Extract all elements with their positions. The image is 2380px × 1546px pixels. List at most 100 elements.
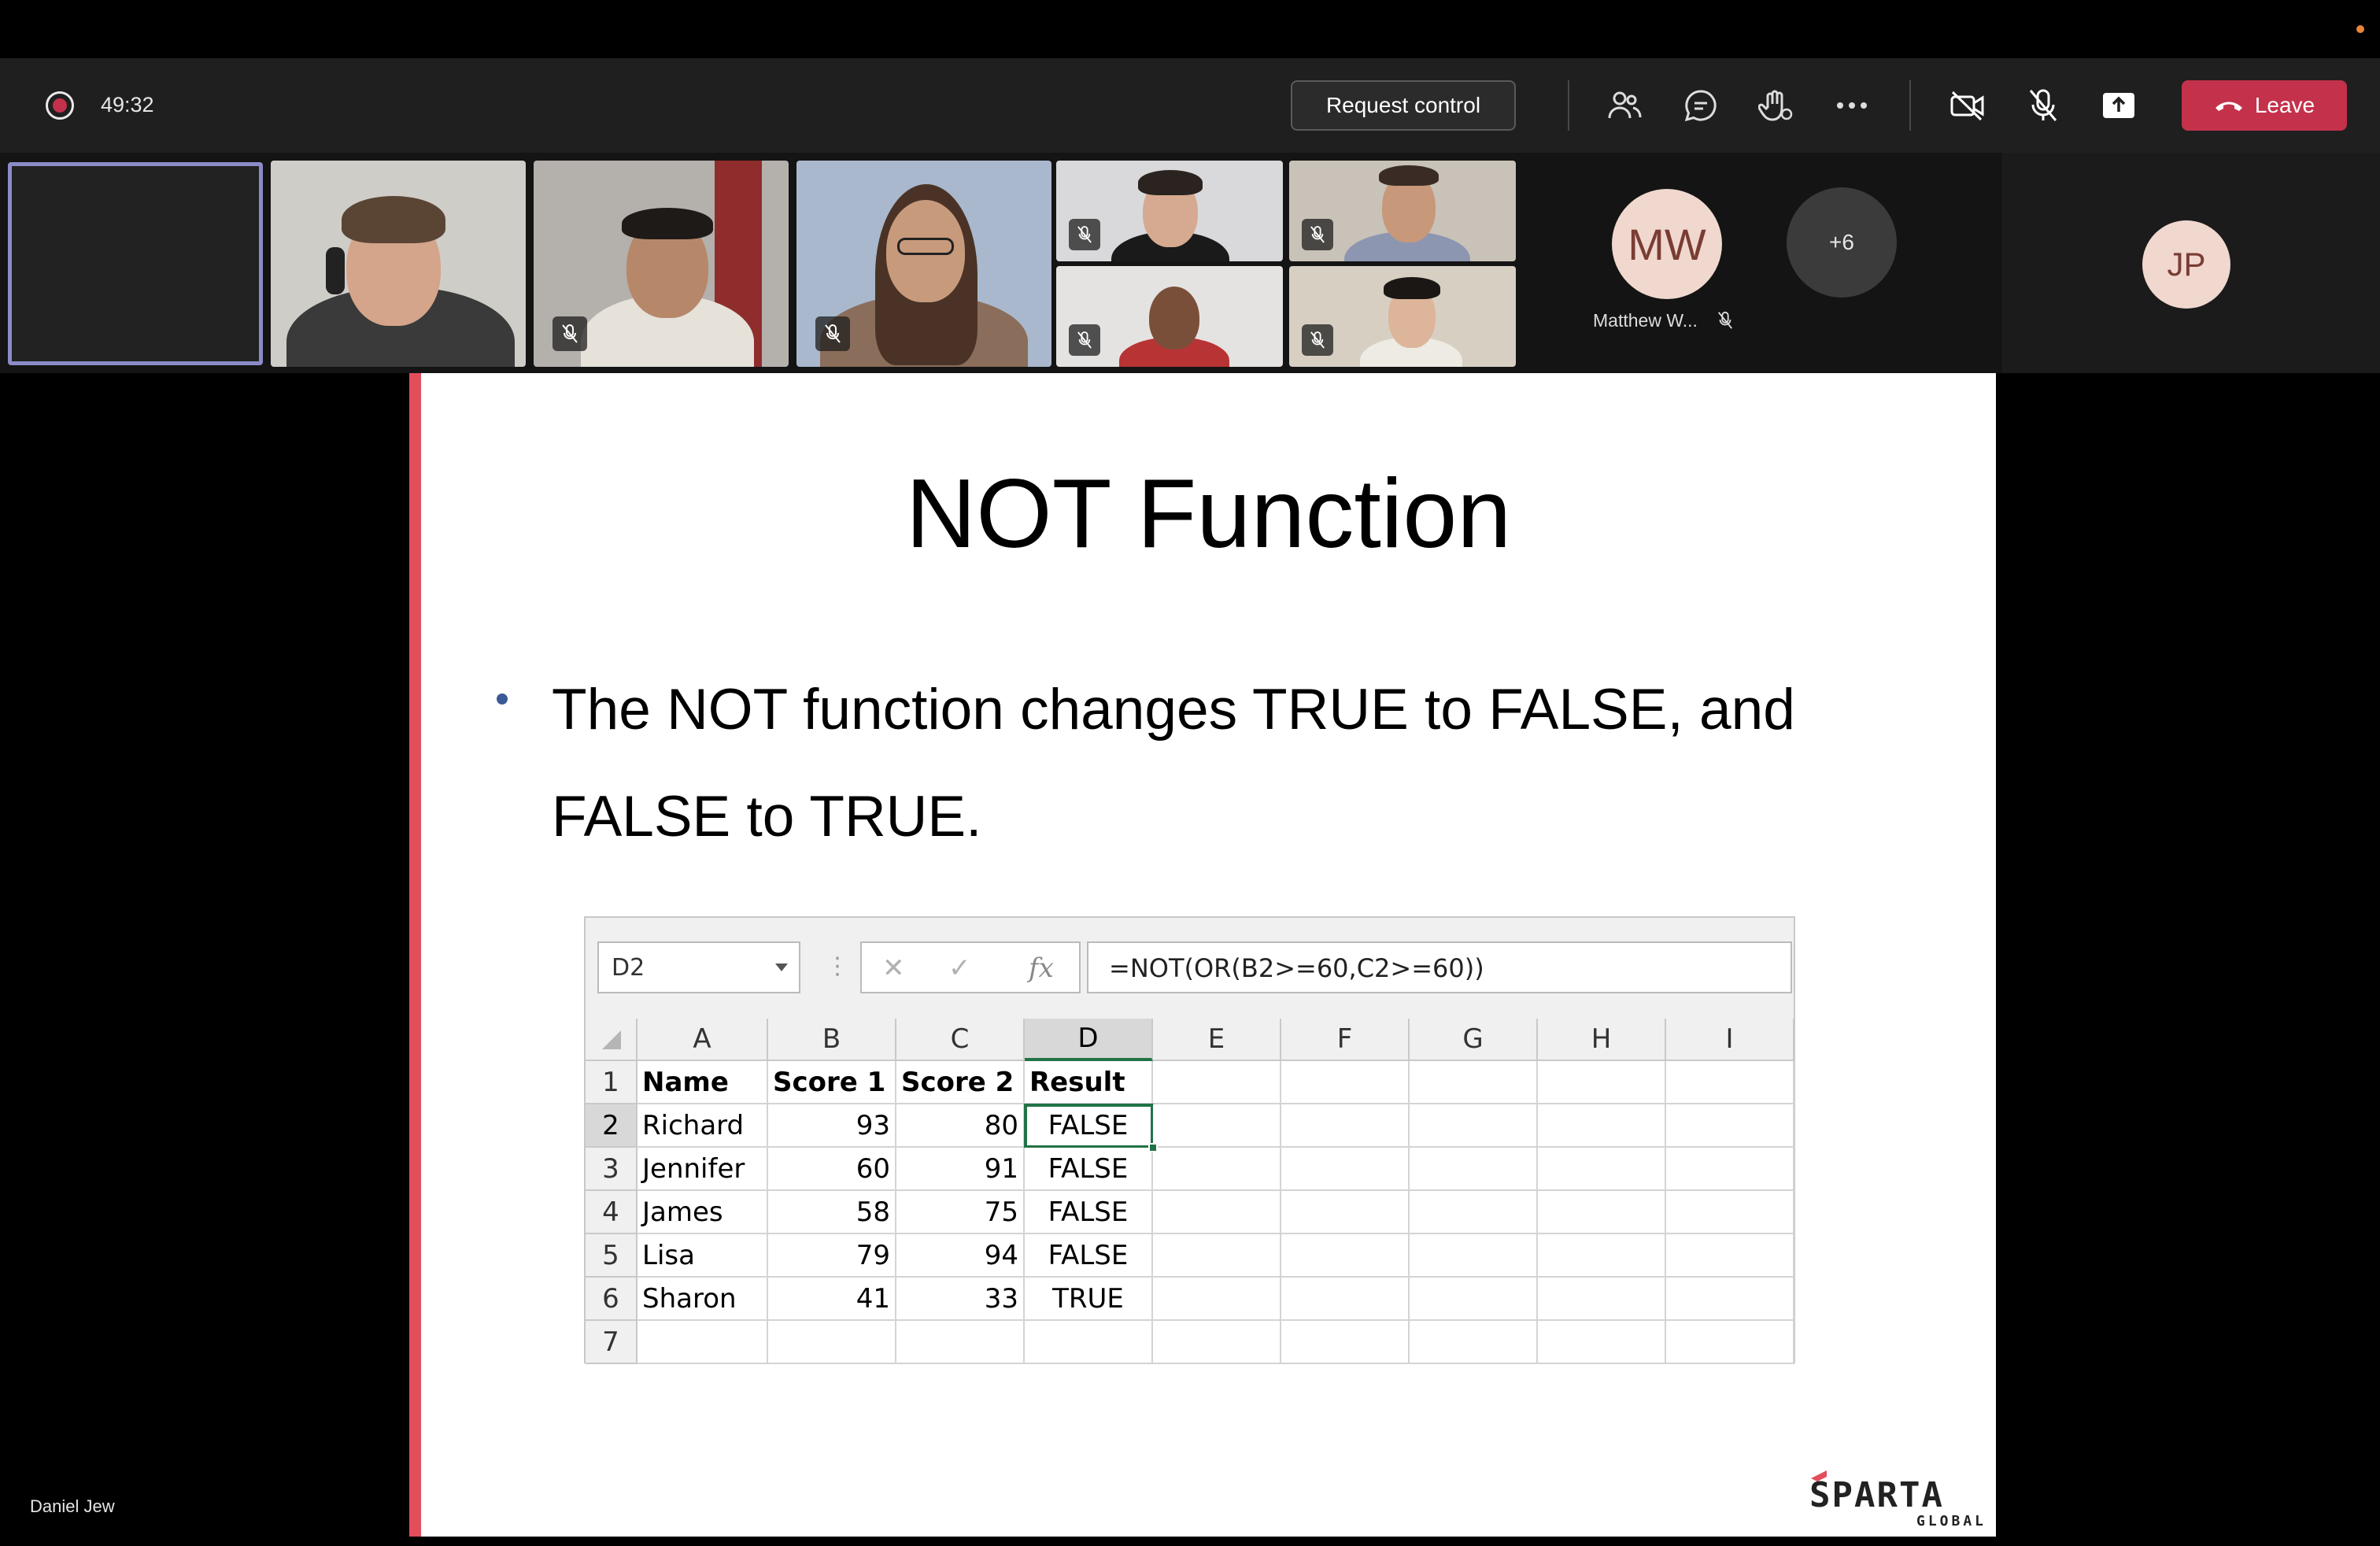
table-cell: FALSE [1025,1191,1153,1234]
formula-buttons: ✕ ✓ fx [860,941,1081,993]
table-cell [1538,1191,1666,1234]
table-cell: James [638,1191,768,1234]
excel-screenshot: D2 ⋮ ✕ ✓ fx =NOT(OR(B2>=60,C2>=60)) ABCD… [584,916,1795,1364]
slide-accent-bar [409,373,421,1537]
function-icon: fx [1029,952,1054,984]
muted-indicator-icon [1302,219,1333,250]
participant-strip: MW Matthew W... +6 JP [0,153,2380,373]
column-header: C [896,1019,1025,1061]
column-header: H [1538,1019,1666,1061]
table-cell: FALSE [1025,1234,1153,1278]
header-cell [1538,1061,1666,1104]
more-options-icon[interactable] [1828,82,1876,129]
column-header: F [1281,1019,1410,1061]
table-cell: 60 [768,1148,896,1191]
row-header: 7 [586,1321,638,1364]
table-cell: Lisa [638,1234,768,1278]
row-header: 5 [586,1234,638,1278]
participant-video-tile[interactable] [1289,266,1516,367]
fill-handle [1148,1143,1158,1152]
chat-icon[interactable] [1677,82,1724,129]
selected-cell: FALSE [1024,1104,1154,1148]
table-cell [1281,1321,1410,1364]
slide-title: NOT Function [905,460,1512,568]
self-video-tile[interactable] [8,162,263,365]
presentation-slide: NOT Function The NOT function changes TR… [421,373,1996,1537]
header-cell [1410,1061,1538,1104]
mic-off-icon[interactable] [2020,82,2067,129]
table-cell [1281,1148,1410,1191]
table-cell: 91 [896,1148,1025,1191]
table-cell [896,1321,1025,1364]
header-cell: Score 1 [768,1061,896,1104]
participant-tile-jp[interactable]: JP [2002,153,2380,373]
column-header: D [1025,1019,1153,1061]
dropdown-caret-icon [775,963,788,971]
table-cell: Jennifer [638,1148,768,1191]
leave-button[interactable]: Leave [2182,80,2347,131]
recording-indicator-icon [46,91,74,120]
meeting-control-bar: 49:32 Request control Leave [0,58,2380,153]
participant-video-tile[interactable] [796,161,1051,367]
table-cell [1538,1234,1666,1278]
participant-video-tile[interactable] [1056,161,1283,261]
table-cell: 33 [896,1278,1025,1321]
divider [1909,80,1911,131]
table-cell [1538,1148,1666,1191]
header-cell: Result [1025,1061,1153,1104]
leave-label: Leave [2254,93,2315,117]
more-participants-button[interactable]: +6 [1787,187,1897,298]
table-cell [1153,1191,1281,1234]
muted-indicator-icon [1069,324,1100,356]
table-cell: Sharon [638,1278,768,1321]
muted-indicator-icon [1069,219,1100,250]
table-cell [1025,1321,1153,1364]
presenter-name: Daniel Jew [30,1496,115,1516]
window-top-bar [0,0,2380,58]
notification-dot [2356,25,2364,33]
column-header: E [1153,1019,1281,1061]
table-cell [1538,1104,1666,1148]
row-header: 3 [586,1148,638,1191]
participant-video-tile[interactable] [1289,161,1516,261]
participant-video-tile[interactable] [1056,266,1283,367]
share-screen-icon[interactable] [2095,82,2142,129]
table-cell [1153,1321,1281,1364]
table-cell [768,1321,896,1364]
request-control-button[interactable]: Request control [1291,80,1516,131]
raise-hand-icon[interactable] [1752,82,1799,129]
column-header: B [768,1019,896,1061]
table-cell: Richard [638,1104,768,1148]
table-cell: TRUE [1025,1278,1153,1321]
divider [1568,80,1569,131]
logo-main-text: SPARTA [1809,1475,1944,1515]
table-cell: 80 [896,1104,1025,1148]
table-cell [638,1321,768,1364]
header-cell [1281,1061,1410,1104]
name-box: D2 [597,941,800,993]
participant-video-tile[interactable] [271,161,526,367]
participant-avatar-mw[interactable]: MW [1612,189,1722,299]
table-cell: 79 [768,1234,896,1278]
table-cell [1410,1104,1538,1148]
table-cell: 58 [768,1191,896,1234]
row-header: 1 [586,1061,638,1104]
table-cell [1666,1148,1794,1191]
camera-off-icon[interactable] [1944,82,1991,129]
muted-indicator-icon [1718,311,1733,329]
table-cell [1153,1234,1281,1278]
participant-video-tile[interactable] [534,161,789,367]
grip-icon: ⋮ [826,952,849,980]
row-header: 6 [586,1278,638,1321]
people-icon[interactable] [1601,82,1648,129]
table-cell: 93 [768,1104,896,1148]
table-cell [1153,1104,1281,1148]
participant-name-mw: Matthew W... [1593,310,1734,331]
table-cell: FALSE [1025,1148,1153,1191]
formula-bar: =NOT(OR(B2>=60,C2>=60)) [1087,941,1792,993]
table-cell [1666,1321,1794,1364]
header-cell [1153,1061,1281,1104]
check-icon: ✓ [948,952,971,984]
table-cell: 94 [896,1234,1025,1278]
header-cell: Score 2 [896,1061,1025,1104]
